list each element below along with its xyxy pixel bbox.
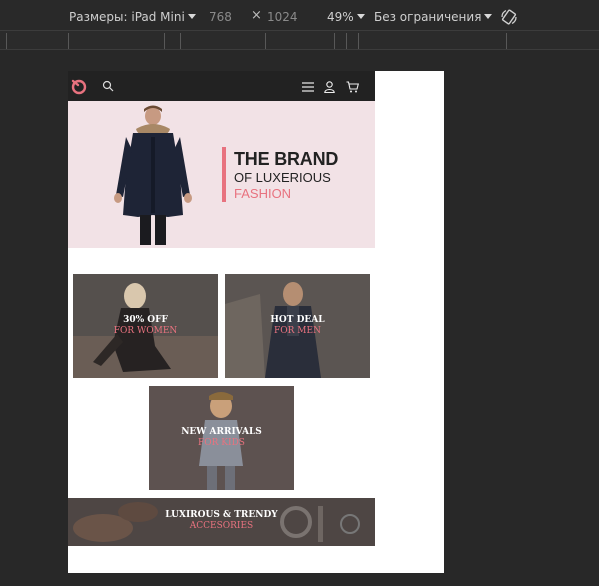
throttle-label: Без ограничения (374, 10, 482, 24)
hamburger-menu-icon[interactable] (302, 82, 314, 92)
tile-title: LUXIROUS & TRENDY (165, 510, 278, 520)
tile-subtitle: FOR MEN (274, 326, 321, 336)
tile-subtitle: ACCESORIES (189, 521, 254, 531)
hero-subtitle: OF LUXERIOUS (234, 170, 331, 185)
search-icon[interactable] (102, 80, 114, 92)
promo-tile-accessories[interactable]: LUXIROUS & TRENDY ACCESORIES (68, 498, 375, 546)
media-query-ruler (0, 30, 599, 50)
device-select-label: Размеры: iPad Mini (69, 10, 185, 24)
zoom-select[interactable]: 49% (327, 10, 365, 24)
hero-accent-bar (222, 147, 226, 202)
user-icon[interactable] (324, 81, 335, 93)
device-toolbar: Размеры: iPad Mini 768 × 1024 49% Без ог… (0, 0, 599, 30)
chevron-down-icon (187, 14, 196, 19)
zoom-label: 49% (327, 10, 354, 24)
website-page: THE BRAND OF LUXERIOUS FASHION 30% OFF F… (68, 71, 375, 573)
tile-subtitle: FOR WOMEN (113, 326, 178, 336)
hero-title: THE BRAND (234, 149, 339, 169)
height-input[interactable]: 1024 (267, 10, 298, 24)
tile-caption: 30% OFF FOR WOMEN (73, 315, 218, 337)
brand-logo-icon[interactable] (70, 77, 88, 95)
chevron-down-icon (356, 14, 365, 19)
tile-caption: LUXIROUS & TRENDY ACCESORIES (68, 510, 375, 532)
width-input[interactable]: 768 (209, 10, 232, 24)
hero-tagline: FASHION (234, 186, 292, 201)
tile-caption: HOT DEAL FOR MEN (225, 315, 370, 337)
site-header (68, 71, 375, 101)
device-select[interactable]: Размеры: iPad Mini (69, 10, 196, 24)
device-viewport: THE BRAND OF LUXERIOUS FASHION 30% OFF F… (68, 71, 444, 573)
promo-tile-men[interactable]: HOT DEAL FOR MEN (225, 274, 370, 378)
tile-title: NEW ARRIVALS (181, 427, 262, 437)
dimension-separator: × (251, 8, 262, 23)
model-image (114, 105, 192, 245)
chevron-down-icon (484, 14, 493, 19)
tile-caption: NEW ARRIVALS FOR KIDS (149, 427, 294, 449)
tile-subtitle: FOR KIDS (198, 438, 245, 448)
hero-banner[interactable]: THE BRAND OF LUXERIOUS FASHION (68, 101, 375, 248)
throttle-select[interactable]: Без ограничения (374, 10, 493, 24)
promo-tile-women[interactable]: 30% OFF FOR WOMEN (73, 274, 218, 378)
rotate-icon[interactable] (500, 8, 518, 26)
tile-title: HOT DEAL (270, 315, 325, 325)
tile-title: 30% OFF (123, 315, 168, 325)
promo-tile-kids[interactable]: NEW ARRIVALS FOR KIDS (149, 386, 294, 490)
cart-icon[interactable] (346, 81, 359, 93)
